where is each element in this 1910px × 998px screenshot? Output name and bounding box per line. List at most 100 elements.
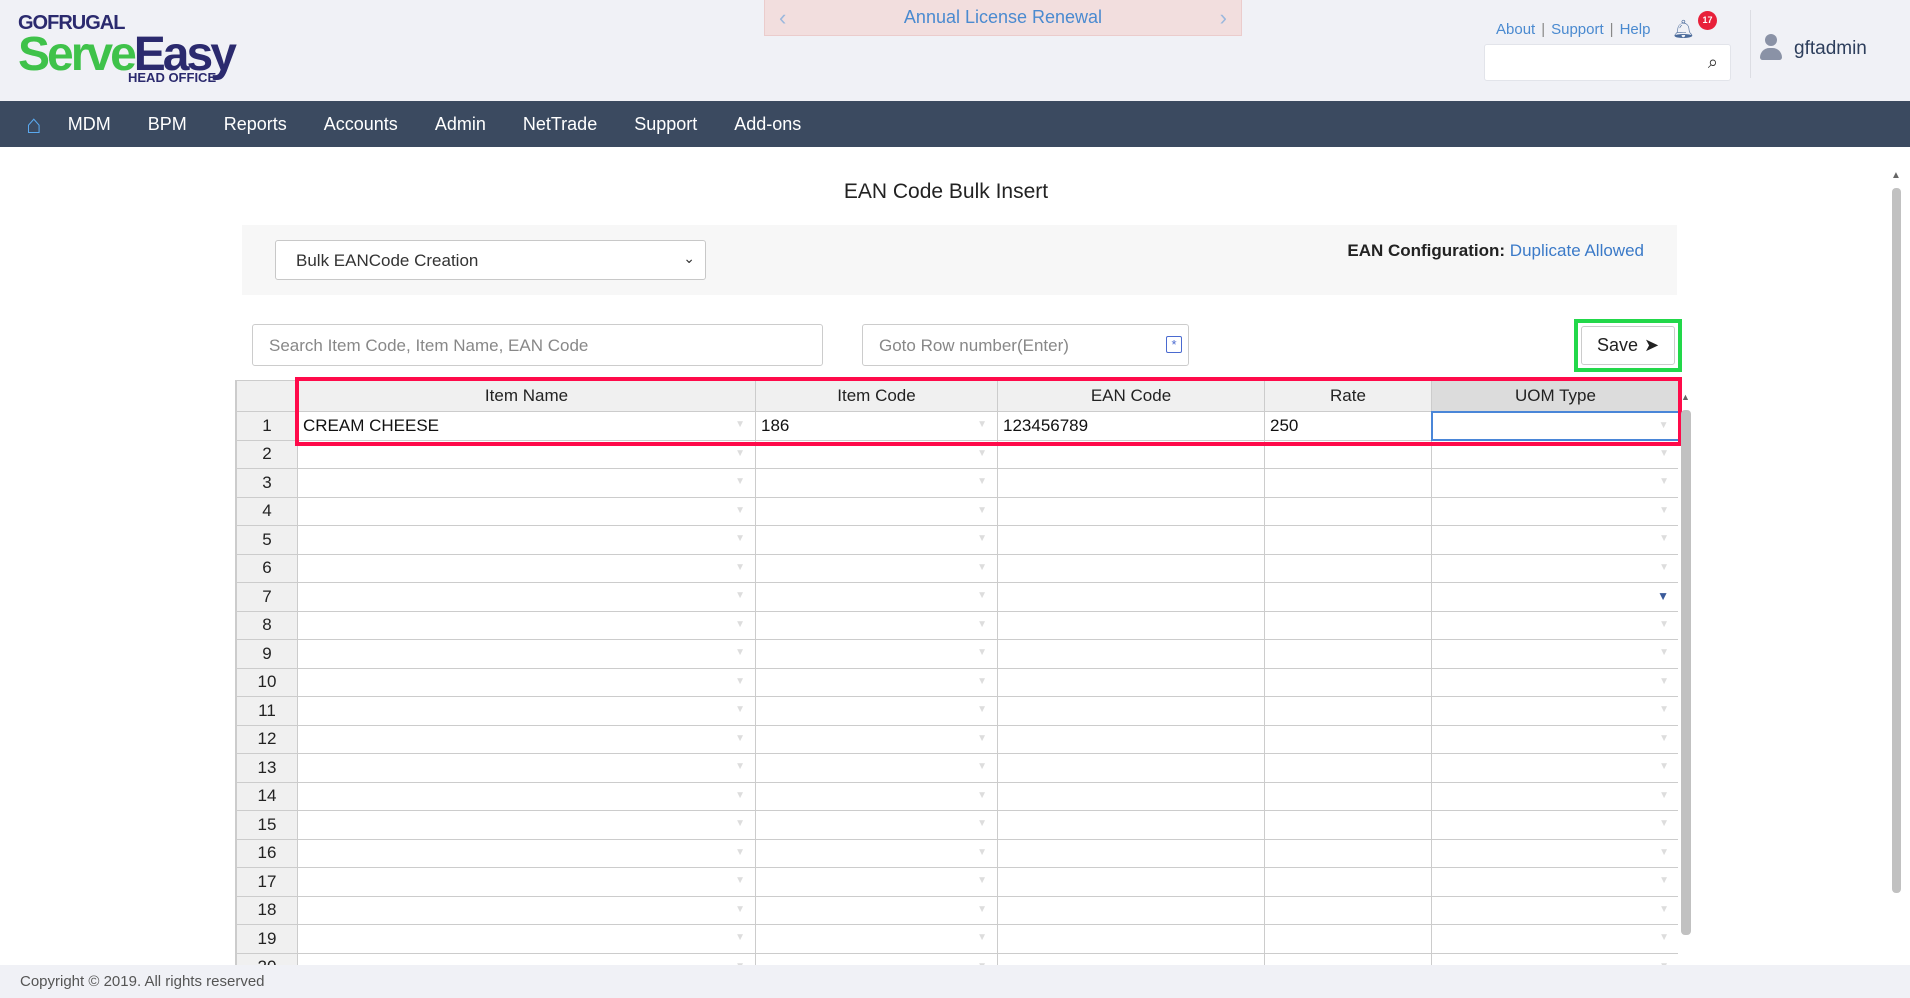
ean-code-cell[interactable]: [997, 496, 1265, 526]
ean-code-cell[interactable]: [997, 639, 1265, 669]
mode-select[interactable]: Bulk EANCode Creation ⌄: [275, 240, 706, 280]
rate-cell[interactable]: [1264, 639, 1432, 669]
help-link[interactable]: Help: [1620, 21, 1651, 38]
uom-type-cell[interactable]: [1431, 582, 1678, 612]
item-name-cell[interactable]: [297, 781, 756, 811]
chevron-right-icon[interactable]: ›: [1220, 5, 1227, 31]
rate-cell[interactable]: [1264, 924, 1432, 954]
item-name-cell[interactable]: [297, 838, 756, 868]
ean-code-cell[interactable]: [997, 582, 1265, 612]
item-code-cell[interactable]: [755, 696, 998, 726]
search-icon[interactable]: ⌕: [1708, 52, 1718, 73]
nav-nettrade[interactable]: NetTrade: [523, 114, 597, 135]
col-rate[interactable]: Rate: [1264, 380, 1432, 412]
ean-code-cell[interactable]: [997, 525, 1265, 555]
rate-cell[interactable]: [1264, 496, 1432, 526]
uom-type-cell[interactable]: [1430, 410, 1678, 441]
uom-type-cell[interactable]: [1431, 952, 1678, 965]
item-name-cell[interactable]: [297, 895, 756, 925]
ean-code-cell[interactable]: [997, 468, 1265, 498]
ean-code-cell[interactable]: [997, 610, 1265, 640]
item-name-cell[interactable]: [297, 696, 756, 726]
nav-mdm[interactable]: MDM: [68, 114, 111, 135]
banner-text[interactable]: Annual License Renewal: [904, 7, 1102, 28]
support-link[interactable]: Support: [1551, 21, 1604, 38]
rate-cell[interactable]: [1264, 610, 1432, 640]
item-name-cell[interactable]: [297, 753, 756, 783]
rate-cell[interactable]: 250: [1264, 411, 1432, 441]
ean-code-cell[interactable]: [997, 838, 1265, 868]
uom-type-cell[interactable]: [1431, 838, 1678, 868]
item-code-cell[interactable]: [755, 610, 998, 640]
page-scrollbar[interactable]: ▲: [1890, 170, 1902, 920]
save-button[interactable]: Save ➤: [1574, 319, 1682, 372]
ean-code-cell[interactable]: [997, 781, 1265, 811]
uom-type-cell[interactable]: [1431, 610, 1678, 640]
uom-type-cell[interactable]: [1431, 525, 1678, 555]
ean-code-cell[interactable]: [997, 810, 1265, 840]
rate-cell[interactable]: [1264, 553, 1432, 583]
rate-cell[interactable]: [1264, 582, 1432, 612]
rate-cell[interactable]: [1264, 810, 1432, 840]
ean-config-value[interactable]: Duplicate Allowed: [1510, 241, 1644, 260]
item-code-cell[interactable]: [755, 838, 998, 868]
uom-type-cell[interactable]: [1431, 696, 1678, 726]
item-code-cell[interactable]: [755, 667, 998, 697]
rate-cell[interactable]: [1264, 895, 1432, 925]
rate-cell[interactable]: [1264, 439, 1432, 469]
nav-reports[interactable]: Reports: [224, 114, 287, 135]
ean-code-cell[interactable]: [997, 696, 1265, 726]
col-uom-type[interactable]: UOM Type: [1431, 380, 1678, 412]
nav-support[interactable]: Support: [634, 114, 697, 135]
bell-icon[interactable]: 🔔︎: [1672, 19, 1695, 40]
chevron-left-icon[interactable]: ‹: [779, 5, 786, 31]
rate-cell[interactable]: [1264, 952, 1432, 965]
nav-bpm[interactable]: BPM: [148, 114, 187, 135]
about-link[interactable]: About: [1496, 21, 1535, 38]
uom-type-cell[interactable]: [1431, 639, 1678, 669]
item-code-cell[interactable]: [755, 724, 998, 754]
uom-type-cell[interactable]: [1431, 753, 1678, 783]
rate-cell[interactable]: [1264, 667, 1432, 697]
rate-cell[interactable]: [1264, 781, 1432, 811]
user-menu[interactable]: gftadmin: [1760, 34, 1867, 64]
item-code-cell[interactable]: [755, 952, 998, 965]
item-name-cell[interactable]: CREAM CHEESE: [297, 411, 756, 441]
item-name-cell[interactable]: [297, 525, 756, 555]
col-item-name[interactable]: Item Name: [297, 380, 756, 412]
serveeasy-logo[interactable]: GOFRUGAL ServeEasy HEAD OFFICE: [18, 12, 237, 85]
ean-code-cell[interactable]: [997, 724, 1265, 754]
item-code-cell[interactable]: [755, 582, 998, 612]
item-name-cell[interactable]: [297, 724, 756, 754]
item-code-cell[interactable]: [755, 753, 998, 783]
ean-code-cell[interactable]: [997, 895, 1265, 925]
uom-type-cell[interactable]: [1431, 724, 1678, 754]
item-name-cell[interactable]: [297, 924, 756, 954]
rate-cell[interactable]: [1264, 696, 1432, 726]
ean-code-cell[interactable]: [997, 667, 1265, 697]
item-search-input[interactable]: Search Item Code, Item Name, EAN Code: [252, 324, 823, 366]
item-code-cell[interactable]: [755, 525, 998, 555]
uom-type-cell[interactable]: [1431, 667, 1678, 697]
item-name-cell[interactable]: [297, 952, 756, 965]
nav-addons[interactable]: Add-ons: [734, 114, 801, 135]
uom-type-cell[interactable]: [1431, 468, 1678, 498]
uom-type-cell[interactable]: [1431, 496, 1678, 526]
item-name-cell[interactable]: [297, 610, 756, 640]
rate-cell[interactable]: [1264, 753, 1432, 783]
uom-type-cell[interactable]: [1431, 781, 1678, 811]
uom-type-cell[interactable]: [1431, 895, 1678, 925]
item-code-cell[interactable]: [755, 439, 998, 469]
uom-type-cell[interactable]: [1431, 553, 1678, 583]
goto-row-input[interactable]: Goto Row number(Enter) *: [862, 324, 1189, 366]
item-code-cell[interactable]: [755, 553, 998, 583]
item-name-cell[interactable]: [297, 667, 756, 697]
item-code-cell[interactable]: [755, 810, 998, 840]
item-code-cell[interactable]: [755, 895, 998, 925]
nav-admin[interactable]: Admin: [435, 114, 486, 135]
ean-code-cell[interactable]: 123456789: [997, 411, 1265, 441]
ean-code-cell[interactable]: [997, 867, 1265, 897]
item-name-cell[interactable]: [297, 639, 756, 669]
item-name-cell[interactable]: [297, 553, 756, 583]
rate-cell[interactable]: [1264, 838, 1432, 868]
